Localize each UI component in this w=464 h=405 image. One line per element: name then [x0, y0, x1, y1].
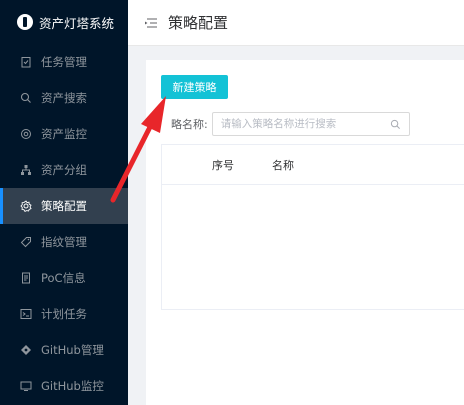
search-form: 略名称:	[171, 112, 410, 136]
sidebar-item-label: 资产搜索	[41, 91, 87, 105]
app-title: 资产灯塔系统	[39, 15, 115, 31]
column-header-index: 序号	[212, 158, 234, 172]
fold-icon[interactable]	[144, 17, 158, 29]
sidebar-item-asset-group[interactable]: 资产分组	[0, 152, 128, 188]
sidebar-item-label: 资产监控	[41, 127, 87, 141]
tag-icon	[20, 236, 32, 248]
sidebar-item-label: 任务管理	[41, 55, 87, 69]
lighthouse-logo-icon	[17, 14, 33, 30]
search-box[interactable]	[211, 112, 410, 136]
sidebar-item-tasks[interactable]: 任务管理	[0, 44, 128, 80]
gear-icon	[20, 200, 32, 212]
sidebar-item-github-monitor[interactable]: GitHub监控	[0, 368, 128, 404]
hierarchy-icon	[20, 164, 32, 176]
sidebar: 资产灯塔系统 任务管理 资产搜索 资产监控 资产分组 策略配置 指纹管理 PoC…	[0, 0, 128, 405]
app-root: 资产灯塔系统 任务管理 资产搜索 资产监控 资产分组 策略配置 指纹管理 PoC…	[0, 0, 464, 405]
sidebar-item-scheduled-tasks[interactable]: 计划任务	[0, 296, 128, 332]
search-icon	[20, 92, 32, 104]
sidebar-item-github-manage[interactable]: GitHub管理	[0, 332, 128, 368]
content-card: 新建策略 略名称: 序号 名称	[146, 60, 464, 405]
sidebar-menu: 任务管理 资产搜索 资产监控 资产分组 策略配置 指纹管理 PoC信息 计划任务…	[0, 44, 128, 404]
sidebar-item-policy-config[interactable]: 策略配置	[0, 188, 128, 224]
sidebar-item-label: PoC信息	[41, 271, 86, 285]
monitor-icon	[20, 380, 32, 392]
table-header: 序号 名称	[162, 145, 464, 185]
sidebar-item-asset-search[interactable]: 资产搜索	[0, 80, 128, 116]
policy-name-input[interactable]	[220, 118, 390, 130]
clipboard-icon	[20, 56, 32, 68]
diamond-icon	[20, 344, 32, 356]
sidebar-item-label: 计划任务	[41, 307, 87, 321]
page-title: 策略配置	[168, 14, 229, 32]
sidebar-item-fingerprint[interactable]: 指纹管理	[0, 224, 128, 260]
target-icon	[20, 128, 32, 140]
search-icon[interactable]	[390, 119, 401, 130]
sidebar-item-asset-monitor[interactable]: 资产监控	[0, 116, 128, 152]
sidebar-item-label: 策略配置	[41, 199, 87, 213]
terminal-icon	[20, 308, 32, 320]
brand[interactable]: 资产灯塔系统	[0, 0, 128, 44]
new-policy-button[interactable]: 新建策略	[161, 75, 228, 99]
sidebar-item-label: GitHub监控	[41, 379, 104, 393]
sidebar-item-poc[interactable]: PoC信息	[0, 260, 128, 296]
document-icon	[20, 272, 32, 284]
column-header-name: 名称	[272, 158, 294, 172]
policy-table: 序号 名称	[161, 144, 464, 310]
top-bar: 策略配置	[128, 0, 464, 46]
policy-name-label: 略名称:	[171, 118, 208, 131]
sidebar-item-label: 资产分组	[41, 163, 87, 177]
sidebar-item-label: 指纹管理	[41, 235, 87, 249]
sidebar-item-label: GitHub管理	[41, 343, 104, 357]
